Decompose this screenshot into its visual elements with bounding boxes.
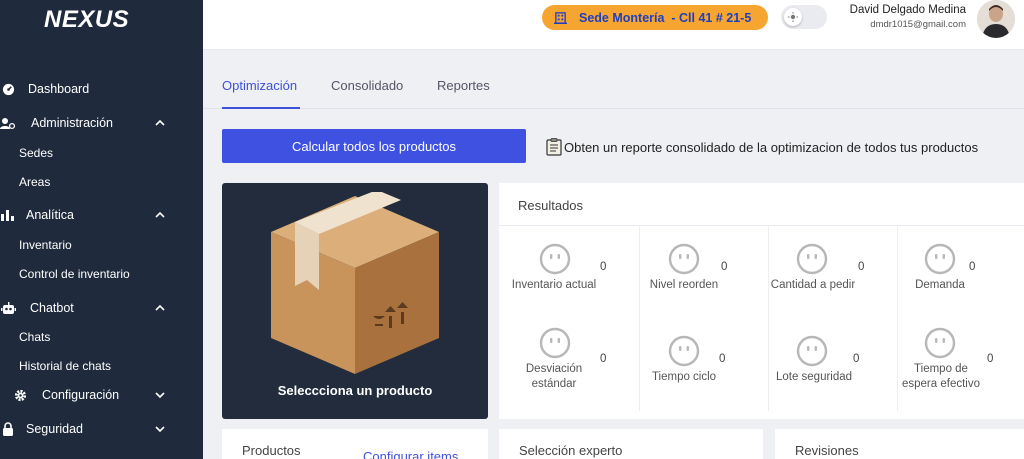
- sidebar-item-configuracion[interactable]: Configuración: [0, 382, 203, 408]
- sidebar-item-label: Dashboard: [28, 82, 90, 96]
- sidebar-subitem-inventario[interactable]: Inventario: [19, 238, 72, 252]
- results-divider: [499, 225, 1024, 226]
- neutral-face-icon: [539, 243, 571, 275]
- revisiones-card: Revisiones: [775, 429, 1024, 459]
- sede-label: Sede Montería - Cll 41 # 21-5: [579, 10, 752, 25]
- seleccion-experto-card: Selección experto: [499, 429, 763, 459]
- chevron-up-icon[interactable]: [153, 301, 167, 315]
- robot-icon: [0, 300, 16, 316]
- tabs-bar: Optimización Consolidado Reportes: [203, 51, 1024, 109]
- results-title: Resultados: [518, 198, 584, 213]
- avatar[interactable]: [977, 0, 1015, 38]
- sidebar-item-seguridad[interactable]: Seguridad: [0, 416, 203, 442]
- configurar-items-link[interactable]: Configurar items: [363, 449, 458, 459]
- chevron-up-icon[interactable]: [153, 208, 167, 222]
- topbar: Sede Montería - Cll 41 # 21-5 David Delg…: [203, 0, 1024, 50]
- sidebar-subitem-historial[interactable]: Historial de chats: [19, 359, 111, 373]
- sidebar-item-label: Chatbot: [30, 301, 74, 315]
- sun-icon: [788, 12, 798, 22]
- sidebar-item-analitica[interactable]: Analítica: [0, 202, 203, 228]
- sidebar-subitem-sedes[interactable]: Sedes: [19, 146, 53, 160]
- sidebar-subitem-areas[interactable]: Areas: [19, 175, 50, 189]
- active-tab-indicator: [222, 107, 300, 109]
- productos-card: Productos Configurar items: [222, 429, 488, 459]
- sidebar-item-administracion[interactable]: Administración: [0, 110, 203, 136]
- neutral-face-icon: [539, 327, 571, 359]
- users-icon: [0, 115, 16, 131]
- sidebar-item-label: Analítica: [26, 208, 74, 222]
- neutral-face-icon: [668, 243, 700, 275]
- sidebar-item-label: Seguridad: [26, 422, 83, 436]
- productos-title: Productos: [242, 443, 301, 458]
- sede-selector[interactable]: Sede Montería - Cll 41 # 21-5: [542, 5, 768, 30]
- theme-toggle[interactable]: [781, 5, 827, 29]
- tab-optimizacion[interactable]: Optimización: [222, 78, 297, 93]
- user-email: dmdr1015@gmail.com: [870, 19, 966, 30]
- lock-icon: [0, 421, 16, 437]
- chevron-up-icon[interactable]: [153, 116, 167, 130]
- product-card[interactable]: Seleccciona un producto: [222, 183, 488, 419]
- calculate-all-button[interactable]: Calcular todos los productos: [222, 129, 526, 163]
- revisiones-title: Revisiones: [795, 443, 859, 458]
- seleccion-experto-title: Selección experto: [519, 443, 623, 458]
- tab-consolidado[interactable]: Consolidado: [331, 78, 403, 93]
- sidebar-item-label: Configuración: [42, 388, 120, 402]
- toggle-knob: [784, 8, 802, 26]
- chevron-down-icon[interactable]: [153, 388, 167, 402]
- chevron-down-icon[interactable]: [153, 422, 167, 436]
- column-divider: [897, 226, 898, 411]
- tab-reportes[interactable]: Reportes: [437, 78, 490, 93]
- report-hint: Obten un reporte consolidado de la optim…: [546, 138, 978, 156]
- neutral-face-icon: [668, 335, 700, 367]
- neutral-face-icon: [796, 243, 828, 275]
- sidebar-item-dashboard[interactable]: Dashboard: [0, 76, 203, 102]
- box-icon: [271, 192, 439, 374]
- sidebar-item-label: Administración: [31, 116, 113, 130]
- neutral-face-icon: [924, 243, 956, 275]
- gear-icon: [12, 387, 28, 403]
- dashboard-icon: [0, 81, 16, 97]
- sidebar-subitem-chats[interactable]: Chats: [19, 330, 50, 344]
- results-panel: Resultados Inventario actual 0 Nivel reo…: [499, 183, 1024, 419]
- clipboard-icon: [546, 138, 562, 156]
- building-icon: [554, 12, 567, 24]
- product-card-caption: Seleccciona un producto: [277, 383, 433, 398]
- bar-chart-icon: [0, 207, 16, 223]
- sidebar-subitem-control-inventario[interactable]: Control de inventario: [19, 267, 130, 281]
- user-name: David Delgado Medina: [849, 4, 966, 16]
- neutral-face-icon: [796, 335, 828, 367]
- sidebar: NEXUS Dashboard Administración Sedes Are…: [0, 0, 203, 459]
- report-hint-text: Obten un reporte consolidado de la optim…: [564, 139, 979, 155]
- app-logo: NEXUS: [44, 6, 130, 33]
- neutral-face-icon: [924, 327, 956, 359]
- sidebar-item-chatbot[interactable]: Chatbot: [0, 295, 203, 321]
